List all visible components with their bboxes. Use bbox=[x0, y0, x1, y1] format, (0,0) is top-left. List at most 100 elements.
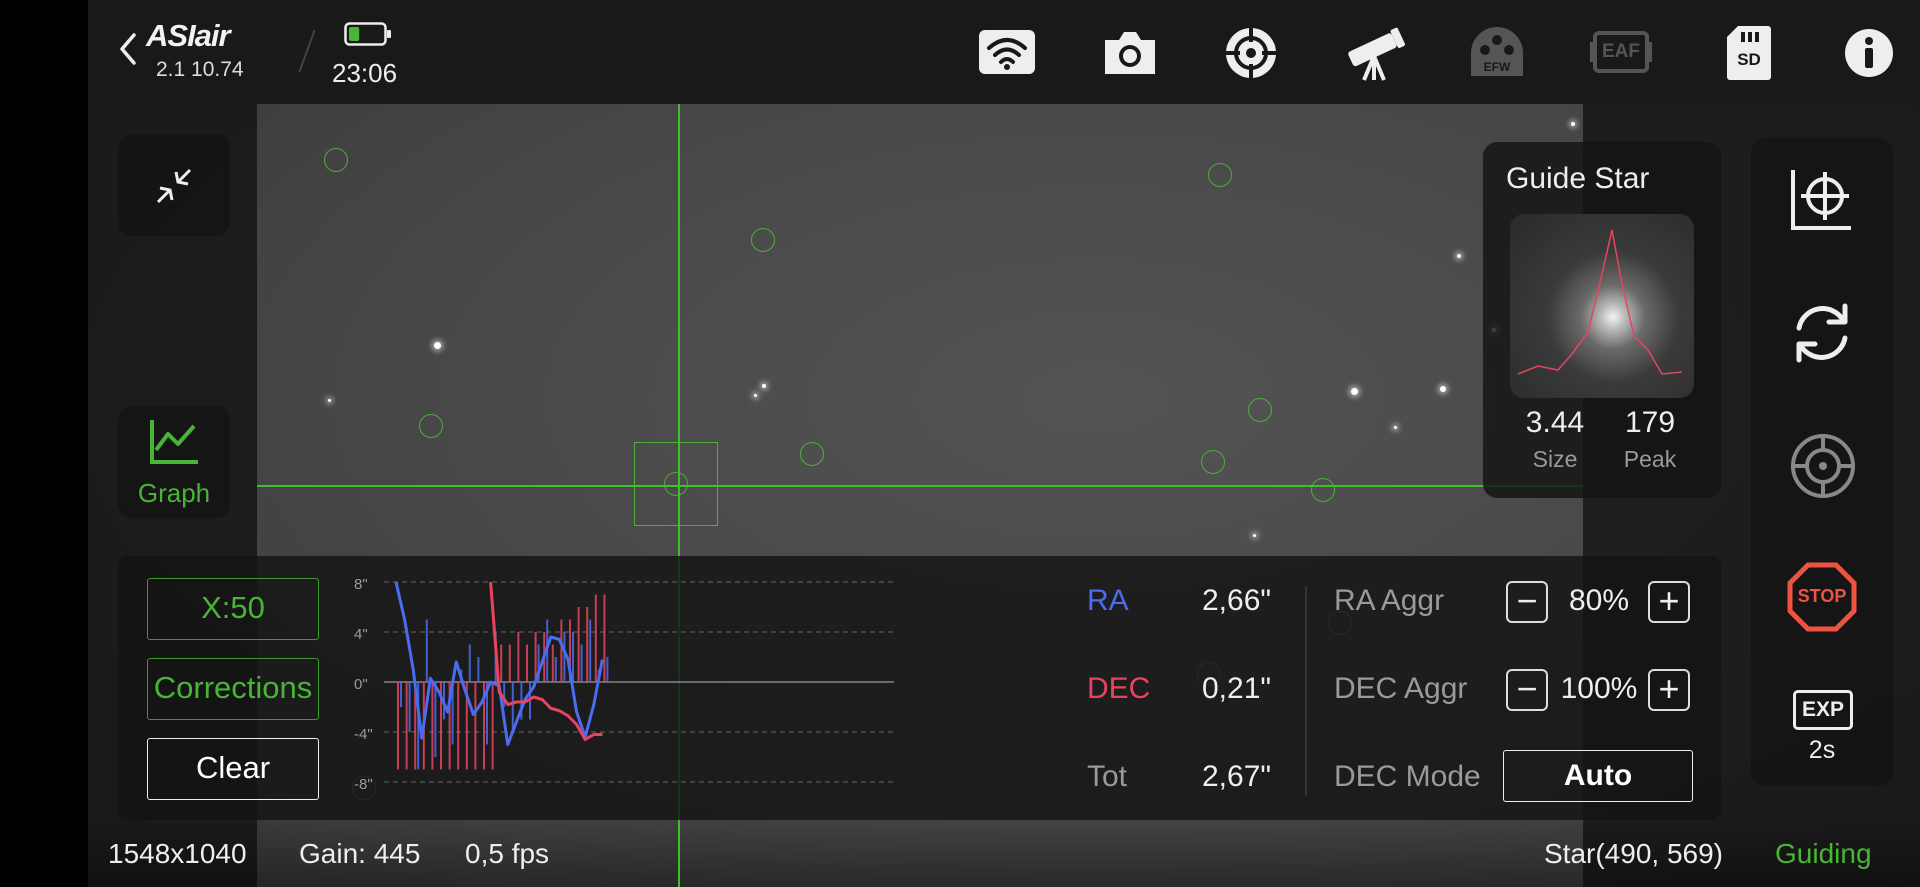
ra-correction-bar bbox=[477, 657, 480, 682]
dec-correction-bar bbox=[586, 607, 589, 682]
wifi-icon[interactable] bbox=[977, 28, 1037, 81]
clear-button[interactable]: Clear bbox=[147, 738, 319, 800]
dec-correction-bar bbox=[405, 682, 408, 770]
dec-correction-bar bbox=[500, 644, 503, 682]
ra-correction-bar bbox=[572, 632, 574, 682]
peak-value: 179 bbox=[1624, 406, 1676, 439]
guide-graph-panel: X:50 Corrections Clear 8" 4" 0" -4" -8" … bbox=[118, 556, 1721, 820]
detected-star-marker bbox=[419, 414, 443, 438]
star bbox=[754, 394, 757, 397]
size-label: Size bbox=[1532, 446, 1578, 472]
star bbox=[762, 384, 766, 388]
dec-correction-bar bbox=[551, 644, 554, 682]
battery-icon bbox=[344, 22, 392, 51]
app-logo: ASIair bbox=[146, 18, 231, 53]
ra-correction-bar bbox=[400, 682, 402, 707]
calibration-target-icon[interactable] bbox=[1789, 432, 1857, 505]
star bbox=[434, 342, 441, 349]
camera-icon[interactable] bbox=[1101, 28, 1159, 81]
ra-correction-bar bbox=[408, 682, 411, 732]
dec-correction-bar bbox=[457, 682, 460, 770]
asiair-app: ASIair 2.1 10.74 23:06 EFW EAF SD Graph … bbox=[88, 0, 1920, 887]
divider bbox=[298, 30, 316, 72]
exposure-icon[interactable]: EXP bbox=[1793, 690, 1853, 730]
ra-aggr-plus-button[interactable]: + bbox=[1648, 581, 1690, 623]
star bbox=[1394, 426, 1397, 429]
info-icon[interactable] bbox=[1844, 28, 1894, 83]
size-value: 3.44 bbox=[1525, 406, 1585, 439]
ra-aggr-label: RA Aggr bbox=[1334, 584, 1445, 617]
ra-correction-bar bbox=[511, 682, 514, 732]
dec-aggr-plus-button[interactable]: + bbox=[1648, 669, 1690, 711]
dec-aggr-minus-button[interactable]: − bbox=[1506, 669, 1548, 711]
ra-aggr-minus-button[interactable]: − bbox=[1506, 581, 1548, 623]
collapse-arrows-icon bbox=[154, 166, 194, 211]
dec-correction-bar bbox=[491, 682, 494, 770]
guide-star-thumbnail bbox=[1510, 214, 1694, 398]
right-toolbar: STOP EXP 2s bbox=[1751, 138, 1893, 786]
ra-correction-bar bbox=[589, 619, 592, 682]
refresh-icon[interactable] bbox=[1789, 300, 1855, 371]
star bbox=[1253, 534, 1256, 537]
corrections-button[interactable]: Corrections bbox=[147, 658, 319, 720]
collapse-button[interactable] bbox=[118, 134, 230, 236]
dec-correction-bar bbox=[431, 682, 434, 770]
star bbox=[1571, 122, 1575, 126]
resolution: 1548x1040 bbox=[108, 838, 247, 869]
efw-icon[interactable]: EFW bbox=[1468, 24, 1526, 82]
ra-correction-bar bbox=[563, 632, 566, 682]
dec-correction-bar bbox=[603, 594, 606, 682]
detected-star-marker bbox=[1311, 478, 1335, 502]
guide-star-panel: Guide Star 3.44 Size 179 Peak bbox=[1483, 142, 1721, 498]
detected-star-marker bbox=[800, 442, 824, 466]
ra-label: RA bbox=[1087, 584, 1129, 617]
crosshair-horizontal bbox=[257, 485, 1583, 487]
sd-card-icon[interactable]: SD bbox=[1726, 24, 1772, 80]
guide-target-icon[interactable] bbox=[1789, 166, 1855, 237]
dec-correction-bar bbox=[577, 607, 580, 682]
guide-star-title: Guide Star bbox=[1506, 162, 1650, 195]
detected-star-marker bbox=[1208, 163, 1232, 187]
dec-mode-select[interactable]: Auto bbox=[1503, 750, 1693, 802]
ra-value: 2,66" bbox=[1202, 584, 1272, 617]
ra-aggr-value: 80% bbox=[1568, 584, 1630, 617]
guide-chart: 8" 4" 0" -4" -8" bbox=[354, 576, 894, 806]
stop-label: STOP bbox=[1797, 586, 1847, 606]
star bbox=[328, 399, 331, 402]
dec-label: DEC bbox=[1087, 672, 1151, 705]
ra-correction-bar bbox=[434, 682, 437, 757]
star bbox=[1457, 254, 1461, 258]
sd-label: SD bbox=[1737, 50, 1761, 69]
stats-divider bbox=[1305, 586, 1307, 796]
app-version: 2.1 10.74 bbox=[156, 58, 244, 81]
graph-button[interactable]: Graph bbox=[118, 406, 230, 518]
exposure-icon-label: EXP bbox=[1801, 698, 1845, 721]
dec-correction-bar bbox=[517, 632, 520, 682]
ra-correction-bar bbox=[580, 644, 583, 682]
guiding-status: Guiding bbox=[1775, 838, 1872, 869]
ra-correction-bar bbox=[468, 644, 471, 682]
stop-icon[interactable]: STOP bbox=[1787, 562, 1857, 632]
eaf-icon[interactable]: EAF bbox=[1590, 30, 1652, 74]
ra-correction-bar bbox=[606, 657, 609, 682]
dec-correction-bar bbox=[560, 619, 563, 682]
ra-correction-bar bbox=[425, 619, 428, 682]
dec-correction-bar bbox=[397, 682, 399, 770]
exposure-value[interactable]: 2s bbox=[1751, 736, 1893, 765]
ra-correction-bar bbox=[503, 682, 506, 707]
dec-correction-bar bbox=[526, 644, 528, 682]
guide-star-marker bbox=[664, 472, 688, 496]
telescope-icon[interactable] bbox=[1344, 26, 1408, 87]
guide-chart-plot bbox=[384, 581, 894, 783]
focus-target-icon[interactable] bbox=[1224, 26, 1278, 85]
eaf-label: EAF bbox=[1602, 41, 1640, 62]
dec-aggr-label: DEC Aggr bbox=[1334, 672, 1468, 705]
dec-aggr-value: 100% bbox=[1560, 672, 1638, 705]
gain: Gain: 445 bbox=[299, 838, 421, 869]
x-scale-button[interactable]: X:50 bbox=[147, 578, 319, 640]
tot-value: 2,67" bbox=[1202, 760, 1272, 793]
dec-correction-bar bbox=[508, 644, 511, 682]
fps: 0,5 fps bbox=[465, 838, 550, 869]
dec-mode-label: DEC Mode bbox=[1334, 760, 1481, 793]
back-icon[interactable] bbox=[118, 32, 138, 71]
